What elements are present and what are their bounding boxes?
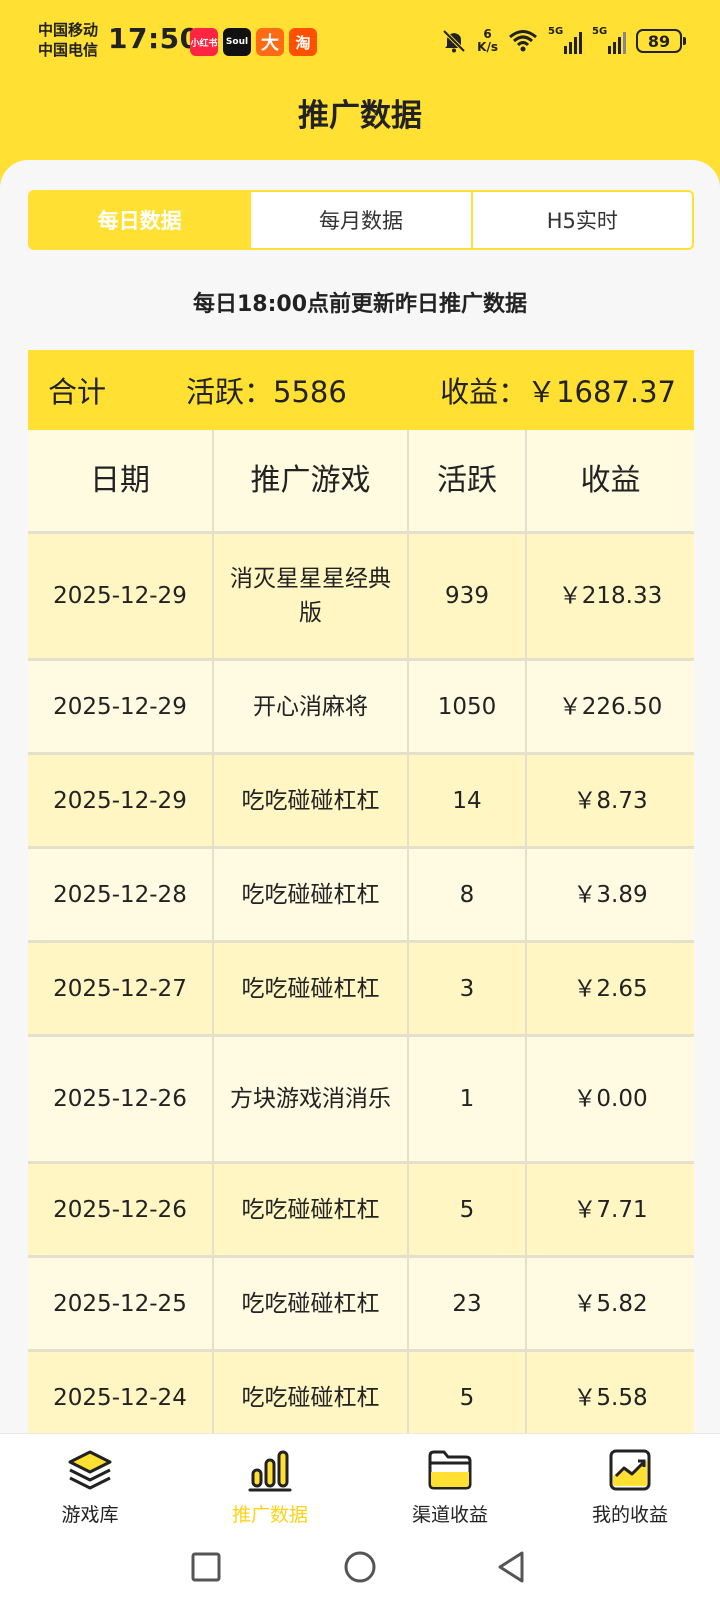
cell-active: 1050 [409,661,527,752]
cell-game: 吃吃碰碰杠杠 [214,755,409,846]
cell-date: 2025-12-29 [28,661,214,752]
cell-active: 3 [409,943,527,1034]
cell-game: 吃吃碰碰杠杠 [214,1164,409,1255]
cell-game: 开心消麻将 [214,661,409,752]
cell-game: 吃吃碰碰杠杠 [214,1352,409,1443]
table-row: 2025-12-27 吃吃碰碰杠杠 3 ￥2.65 [28,943,694,1037]
cell-income: ￥0.00 [527,1037,694,1161]
nav-item-channel-income[interactable]: 渠道收益 [360,1434,540,1533]
table-row: 2025-12-26 方块游戏消消乐 1 ￥0.00 [28,1037,694,1164]
table-row: 2025-12-29 吃吃碰碰杠杠 14 ￥8.73 [28,755,694,849]
cell-date: 2025-12-26 [28,1037,214,1161]
cell-date: 2025-12-26 [28,1164,214,1255]
table-row: 2025-12-25 吃吃碰碰杠杠 23 ￥5.82 [28,1258,694,1352]
table-row: 2025-12-24 吃吃碰碰杠杠 5 ￥5.58 [28,1352,694,1446]
promotion-data-table: 日期 推广游戏 活跃 收益 2025-12-29 消灭星星星经典版 939 ￥2… [28,430,694,1446]
cell-income: ￥226.50 [527,661,694,752]
tab-daily-data[interactable]: 每日数据 [30,192,252,248]
status-time: 17:50 [108,22,200,55]
cell-income: ￥2.65 [527,943,694,1034]
cell-income: ￥5.82 [527,1258,694,1349]
bottom-navigation: 游戏库 推广数据 渠道收益 我的收益 [0,1433,720,1533]
sim1-network-label: 5G [548,26,564,37]
nav-label: 我的收益 [591,1504,668,1526]
cell-game: 方块游戏消消乐 [214,1037,409,1161]
trend-chart-icon [609,1449,651,1491]
system-navigation-bar [0,1533,720,1610]
cell-active: 14 [409,755,527,846]
summary-bar: 合计 活跃：5586 收益：￥1687.37 [28,350,694,430]
header-active: 活跃 [409,430,527,531]
nav-label: 推广数据 [231,1504,308,1526]
network-speed: 6 K/s [477,28,498,54]
bar-chart-icon [248,1450,292,1492]
carrier-info: 中国移动 中国电信 [38,20,98,60]
cell-income: ￥7.71 [527,1164,694,1255]
cell-date: 2025-12-28 [28,849,214,940]
sim2-network-label: 5G [592,26,608,37]
summary-income-total: 收益：￥1687.37 [440,375,676,409]
status-bar: 中国移动 中国电信 17:50 小红书 Soul 大 淘 6 K/s 5G 5G [0,0,720,80]
summary-active-total: 活跃：5586 [186,375,347,409]
cell-income: ￥218.33 [527,534,694,658]
page-title: 推广数据 [298,98,422,134]
signal-sim2-icon: 5G [592,26,626,54]
nav-label: 渠道收益 [411,1504,488,1526]
mute-bell-icon [442,29,466,53]
folder-icon [428,1450,472,1490]
nav-label: 游戏库 [61,1504,119,1526]
cell-active: 8 [409,849,527,940]
cell-active: 1 [409,1037,527,1161]
battery-indicator: 89 [636,29,686,53]
nav-item-game-library[interactable]: 游戏库 [0,1434,180,1533]
cell-income: ￥3.89 [527,849,694,940]
carrier-2: 中国电信 [38,41,99,59]
update-notice: 每日18:00点前更新昨日推广数据 [192,292,528,317]
wifi-icon [509,30,537,52]
cell-active: 5 [409,1164,527,1255]
nav-item-promotion-data[interactable]: 推广数据 [180,1434,360,1533]
fitness-app-icon: 大 [256,28,284,56]
recent-apps-icon[interactable] [188,1549,224,1585]
cell-active: 5 [409,1352,527,1443]
signal-sim1-icon: 5G [548,26,582,54]
cell-active: 939 [409,534,527,658]
tab-monthly-data[interactable]: 每月数据 [251,192,473,248]
tab-h5-realtime[interactable]: H5实时 [473,192,692,248]
data-tabs: 每日数据 每月数据 H5实时 [28,190,694,250]
summary-label: 合计 [48,375,107,409]
table-row: 2025-12-29 消灭星星星经典版 939 ￥218.33 [28,534,694,661]
table-header-row: 日期 推广游戏 活跃 收益 [28,430,694,534]
table-row: 2025-12-28 吃吃碰碰杠杠 8 ￥3.89 [28,849,694,943]
table-row: 2025-12-26 吃吃碰碰杠杠 5 ￥7.71 [28,1164,694,1258]
xiaohongshu-app-icon: 小红书 [190,28,218,56]
cell-income: ￥5.58 [527,1352,694,1443]
cell-date: 2025-12-29 [28,534,214,658]
network-speed-unit: K/s [477,40,498,54]
cell-date: 2025-12-27 [28,943,214,1034]
layers-icon [68,1450,112,1490]
cell-game: 消灭星星星经典版 [214,534,409,658]
carrier-1: 中国移动 [38,21,99,39]
cell-active: 23 [409,1258,527,1349]
back-icon[interactable] [494,1549,530,1585]
nav-item-my-income[interactable]: 我的收益 [540,1434,720,1533]
soul-app-icon: Soul [223,28,251,56]
cell-game: 吃吃碰碰杠杠 [214,1258,409,1349]
cell-date: 2025-12-24 [28,1352,214,1443]
header-date: 日期 [28,430,214,531]
header-income: 收益 [527,430,694,531]
cell-game: 吃吃碰碰杠杠 [214,849,409,940]
cell-date: 2025-12-25 [28,1258,214,1349]
cell-game: 吃吃碰碰杠杠 [214,943,409,1034]
header-game: 推广游戏 [214,430,409,531]
cell-date: 2025-12-29 [28,755,214,846]
home-icon[interactable] [342,1549,378,1585]
taobao-app-icon: 淘 [289,28,317,56]
cell-income: ￥8.73 [527,755,694,846]
table-row: 2025-12-29 开心消麻将 1050 ￥226.50 [28,661,694,755]
